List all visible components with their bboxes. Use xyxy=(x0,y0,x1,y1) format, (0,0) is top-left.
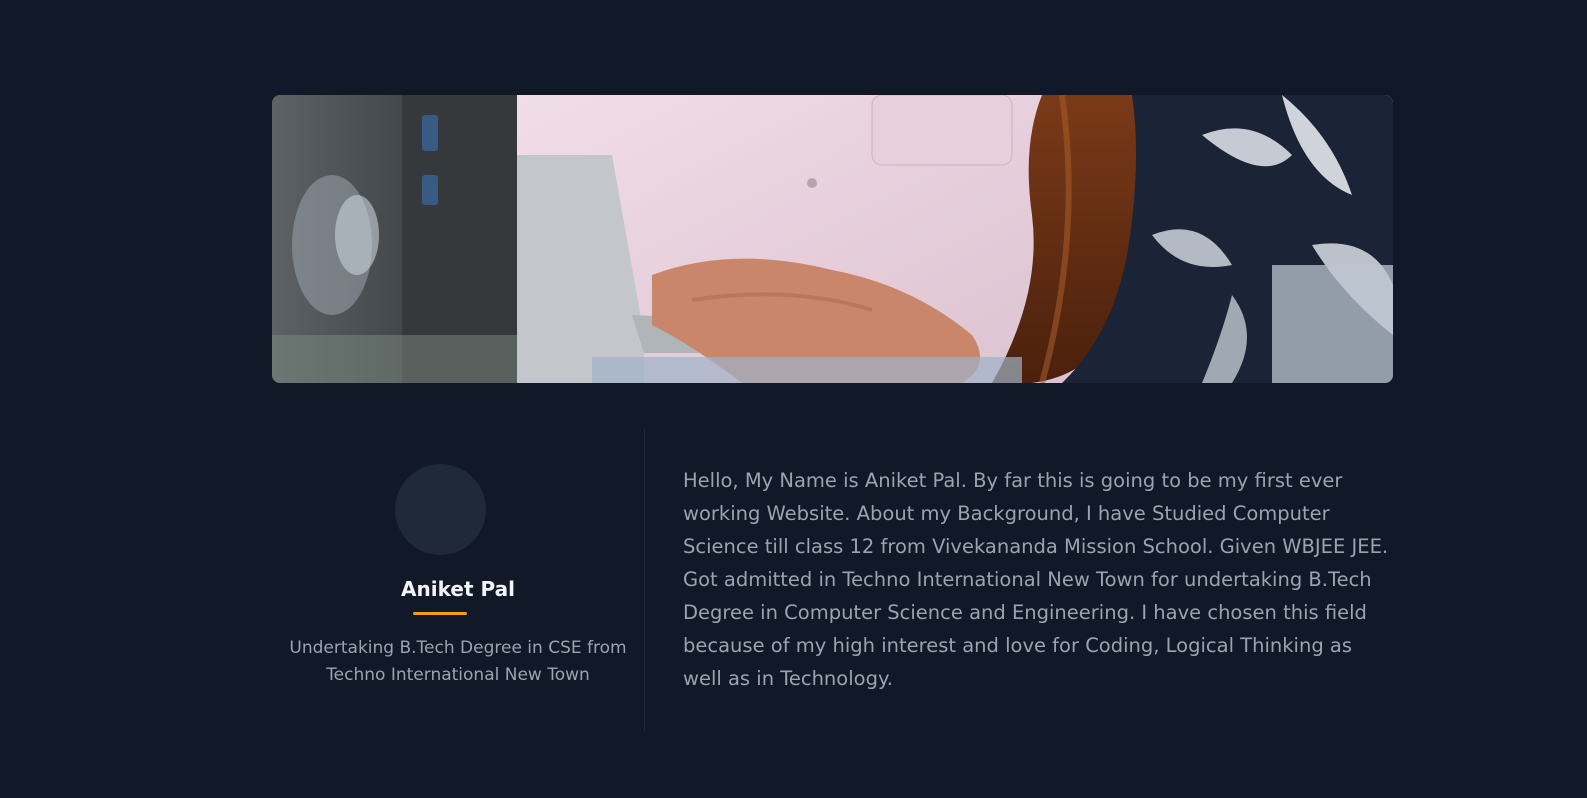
name-underline-accent xyxy=(413,612,467,615)
banner-image xyxy=(272,95,1393,383)
profile-name: Aniket Pal xyxy=(401,577,515,601)
profile-tagline: Undertaking B.Tech Degree in CSE from Te… xyxy=(289,638,627,685)
about-page: Aniket Pal Undertaking B.Tech Degree in … xyxy=(0,0,1587,798)
avatar xyxy=(395,464,486,555)
about-text: Hello, My Name is Aniket Pal. By far thi… xyxy=(683,469,1389,690)
profile-card: Aniket Pal Undertaking B.Tech Degree in … xyxy=(272,428,645,732)
banner-photo-illustration xyxy=(272,95,1393,383)
